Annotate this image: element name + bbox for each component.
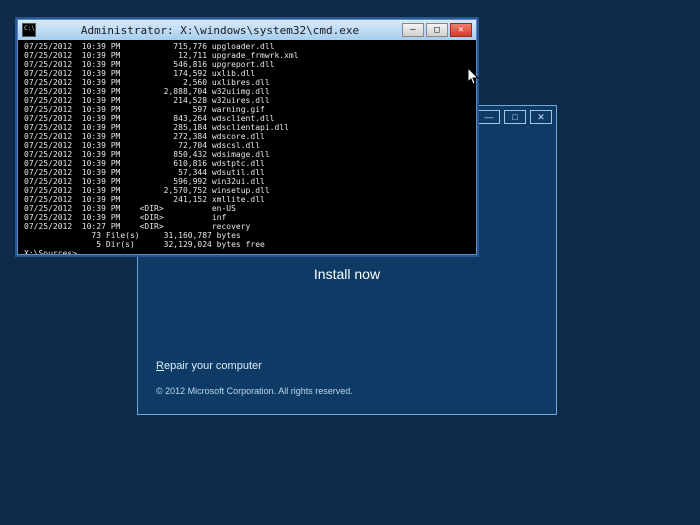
cmd-line: 07/25/2012 10:39 PM 2,570,752 winsetup.d… bbox=[24, 186, 470, 195]
cmd-line: X:\Sources>_ bbox=[24, 249, 470, 254]
installer-close-button[interactable]: ✕ bbox=[530, 110, 552, 124]
cmd-line: 07/25/2012 10:39 PM 72,704 wdscsl.dll bbox=[24, 141, 470, 150]
cmd-line: 73 File(s) 31,160,787 bytes bbox=[24, 231, 470, 240]
cmd-line: 07/25/2012 10:39 PM 715,776 upgloader.dl… bbox=[24, 42, 470, 51]
cmd-line: 07/25/2012 10:39 PM 285,184 wdsclientapi… bbox=[24, 123, 470, 132]
cmd-line: 07/25/2012 10:39 PM 214,528 w32uires.dll bbox=[24, 96, 470, 105]
cmd-line: 07/25/2012 10:39 PM 546,816 upgreport.dl… bbox=[24, 60, 470, 69]
cmd-output[interactable]: 07/25/2012 10:39 PM 715,776 upgloader.dl… bbox=[18, 40, 476, 254]
cmd-icon bbox=[22, 23, 36, 37]
cmd-line: 07/25/2012 10:27 PM <DIR> recovery bbox=[24, 222, 470, 231]
cmd-minimize-button[interactable]: — bbox=[402, 23, 424, 37]
cmd-line: 07/25/2012 10:39 PM 843,264 wdsclient.dl… bbox=[24, 114, 470, 123]
repair-text: epair your computer bbox=[164, 360, 262, 372]
cmd-line: 07/25/2012 10:39 PM 597 warning.gif bbox=[24, 105, 470, 114]
cmd-maximize-button[interactable]: □ bbox=[426, 23, 448, 37]
cmd-line: 07/25/2012 10:39 PM <DIR> en-US bbox=[24, 204, 470, 213]
cmd-window: Administrator: X:\windows\system32\cmd.e… bbox=[17, 19, 477, 255]
repair-hotkey: R bbox=[156, 360, 164, 372]
installer-minimize-button[interactable]: — bbox=[478, 110, 500, 124]
cmd-line: 07/25/2012 10:39 PM 174,592 uxlib.dll bbox=[24, 69, 470, 78]
cmd-title: Administrator: X:\windows\system32\cmd.e… bbox=[40, 24, 400, 37]
installer-maximize-button[interactable]: □ bbox=[504, 110, 526, 124]
cmd-line: 07/25/2012 10:39 PM 272,384 wdscore.dll bbox=[24, 132, 470, 141]
cmd-line: 07/25/2012 10:39 PM <DIR> inf bbox=[24, 213, 470, 222]
install-now-button[interactable]: Install now bbox=[156, 266, 538, 282]
cmd-line: 07/25/2012 10:39 PM 2,560 uxlibres.dll bbox=[24, 78, 470, 87]
cmd-line: 07/25/2012 10:39 PM 850,432 wdsimage.dll bbox=[24, 150, 470, 159]
cmd-line: 07/25/2012 10:39 PM 241,152 xmllite.dll bbox=[24, 195, 470, 204]
cmd-line: 07/25/2012 10:39 PM 12,711 upgrade_frmwr… bbox=[24, 51, 470, 60]
copyright-text: © 2012 Microsoft Corporation. All rights… bbox=[156, 386, 538, 396]
cmd-line: 07/25/2012 10:39 PM 596,992 win32ui.dll bbox=[24, 177, 470, 186]
repair-computer-link[interactable]: Repair your computer bbox=[156, 360, 538, 372]
cmd-close-button[interactable]: ✕ bbox=[450, 23, 472, 37]
cmd-line: 5 Dir(s) 32,129,024 bytes free bbox=[24, 240, 470, 249]
cmd-line: 07/25/2012 10:39 PM 2,888,704 w32uiimg.d… bbox=[24, 87, 470, 96]
cmd-titlebar[interactable]: Administrator: X:\windows\system32\cmd.e… bbox=[18, 20, 476, 40]
cmd-line: 07/25/2012 10:39 PM 57,344 wdsutil.dll bbox=[24, 168, 470, 177]
cmd-line: 07/25/2012 10:39 PM 610,816 wdstptc.dll bbox=[24, 159, 470, 168]
